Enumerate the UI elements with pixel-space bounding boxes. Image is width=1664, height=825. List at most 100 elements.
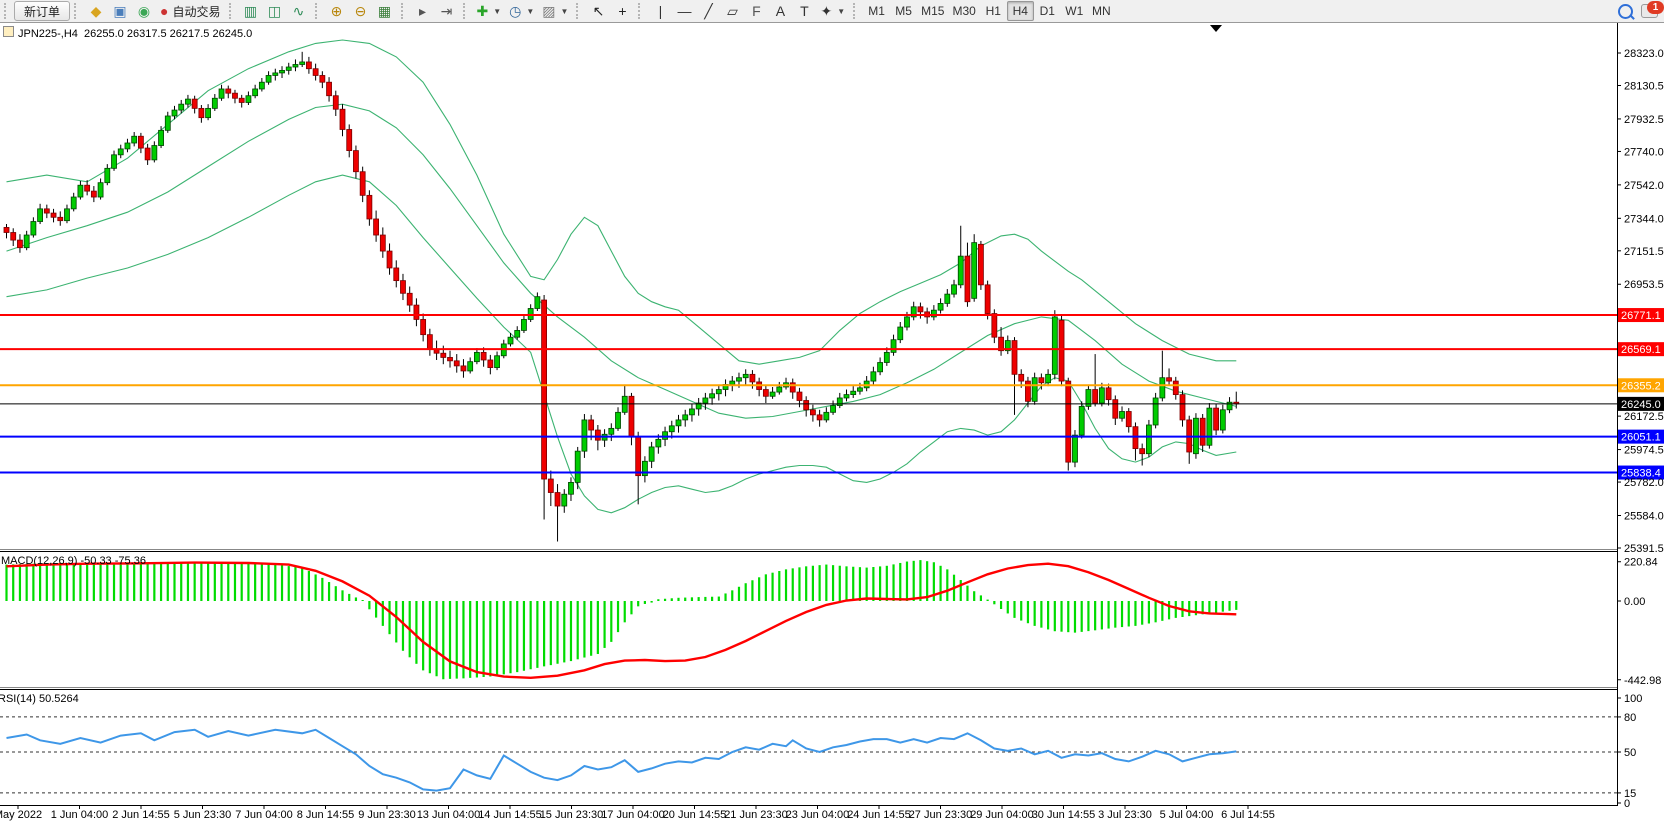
templates-icon[interactable]: ▨▼	[538, 1, 572, 21]
notifications-icon[interactable]: 1	[1641, 4, 1658, 18]
macd-label: MACD(12,26,9)	[1, 555, 77, 567]
svg-text:220.84: 220.84	[1624, 557, 1658, 569]
zoom-out-icon: ⊖	[355, 4, 367, 18]
svg-text:26245.0: 26245.0	[1621, 399, 1661, 411]
chevron-down-icon: ▼	[493, 7, 501, 16]
tile-windows-icon[interactable]: ▦	[373, 1, 397, 21]
fibonacci-icon[interactable]: F	[744, 1, 768, 21]
horizontal-line-icon: —	[677, 4, 691, 18]
arrows-icon: ✦	[820, 4, 832, 18]
terminal-icon[interactable]: ▣	[108, 1, 132, 21]
candlestick-icon[interactable]: ◫	[263, 1, 287, 21]
timeframe-m1[interactable]: M1	[863, 1, 890, 21]
crosshair-icon[interactable]: +	[610, 1, 634, 21]
pane-splitter-1[interactable]	[0, 548, 1617, 553]
svg-text:50: 50	[1624, 747, 1636, 759]
chevron-down-icon: ▼	[526, 7, 534, 16]
svg-text:100: 100	[1624, 693, 1642, 705]
bar-chart-icon[interactable]: ▥	[239, 1, 263, 21]
timeframe-h4[interactable]: H4	[1007, 1, 1034, 21]
main-chart-pane[interactable]	[0, 22, 1617, 550]
timeframe-m5[interactable]: M5	[890, 1, 917, 21]
horizontal-line-icon[interactable]: —	[672, 1, 696, 21]
svg-text:17 Jun 04:00: 17 Jun 04:00	[601, 809, 665, 821]
autotrade-button[interactable]: ●自动交易	[156, 1, 224, 21]
periods-icon: ◷	[509, 4, 521, 18]
svg-text:9 Jun 23:30: 9 Jun 23:30	[358, 809, 416, 821]
cursor-icon: ↖	[593, 4, 605, 18]
svg-text:25974.5: 25974.5	[1624, 445, 1664, 457]
vertical-line-icon[interactable]: |	[648, 1, 672, 21]
cursor-icon[interactable]: ↖	[586, 1, 610, 21]
line-chart-icon: ∿	[293, 4, 305, 18]
chart-shift-icon[interactable]: ⇥	[435, 1, 459, 21]
tile-windows-icon: ▦	[378, 4, 391, 18]
profile-icon[interactable]: ◆	[84, 1, 108, 21]
svg-text:6 Jul 14:55: 6 Jul 14:55	[1221, 809, 1275, 821]
svg-text:26172.5: 26172.5	[1624, 411, 1664, 423]
svg-text:26771.1: 26771.1	[1621, 310, 1661, 322]
equidistant-channel-icon: ▱	[727, 4, 738, 18]
svg-text:27542.0: 27542.0	[1624, 180, 1664, 192]
timeframe-d1[interactable]: D1	[1034, 1, 1061, 21]
zoom-out-icon[interactable]: ⊖	[349, 1, 373, 21]
timeframe-h1[interactable]: H1	[980, 1, 1007, 21]
timeframe-m15[interactable]: M15	[917, 1, 948, 21]
autoscroll-icon: ▸	[419, 4, 426, 18]
svg-text:21 Jun 23:30: 21 Jun 23:30	[724, 809, 788, 821]
new-order-button[interactable]: 新订单	[14, 1, 70, 21]
text-icon: A	[776, 4, 785, 18]
svg-text:-442.98: -442.98	[1624, 675, 1661, 687]
svg-text:3 Jul 23:30: 3 Jul 23:30	[1098, 809, 1152, 821]
svg-text:27344.0: 27344.0	[1624, 213, 1664, 225]
mt4-window: 新订单◆▣◉●自动交易▥◫∿⊕⊖▦▸⇥✚▼◷▼▨▼↖+|—╱▱FAT✦▼M1M5…	[0, 0, 1664, 825]
svg-text:25584.0: 25584.0	[1624, 510, 1664, 522]
svg-text:20 Jun 14:55: 20 Jun 14:55	[663, 809, 727, 821]
macd-signal-value: -75.36	[115, 555, 146, 567]
trendline-icon[interactable]: ╱	[696, 1, 720, 21]
periods-icon[interactable]: ◷▼	[505, 1, 538, 21]
rsi-label-line: RSI(14) 50.5264	[0, 693, 79, 705]
equidistant-channel-icon[interactable]: ▱	[720, 1, 744, 21]
timeframe-m30[interactable]: M30	[948, 1, 979, 21]
symbol-ohlc-line: JPN225-,H4 26255.0 26317.5 26217.5 26245…	[3, 26, 252, 40]
zoom-in-icon: ⊕	[331, 4, 343, 18]
svg-text:26569.1: 26569.1	[1621, 344, 1661, 356]
rsi-pane[interactable]	[0, 691, 1617, 805]
timeframe-mn[interactable]: MN	[1088, 1, 1115, 21]
svg-text:0: 0	[1624, 798, 1630, 810]
indicators-icon[interactable]: ✚▼	[473, 1, 506, 21]
svg-text:80: 80	[1624, 712, 1636, 724]
macd-main-value: -50.33	[80, 555, 111, 567]
vertical-line-icon: |	[659, 4, 663, 18]
svg-text:26355.2: 26355.2	[1621, 380, 1661, 392]
crosshair-icon: +	[618, 4, 626, 18]
autotrade-button-label: 自动交易	[172, 3, 220, 20]
svg-text:May 2022: May 2022	[0, 809, 42, 821]
text-icon[interactable]: A	[768, 1, 792, 21]
svg-text:28323.0: 28323.0	[1624, 48, 1664, 60]
svg-text:27740.0: 27740.0	[1624, 146, 1664, 158]
line-chart-icon[interactable]: ∿	[287, 1, 311, 21]
trendline-icon: ╱	[704, 4, 712, 18]
zoom-in-icon[interactable]: ⊕	[325, 1, 349, 21]
notification-badge: 1	[1647, 1, 1664, 14]
search-icon[interactable]	[1618, 4, 1633, 19]
svg-text:7 Jun 04:00: 7 Jun 04:00	[235, 809, 293, 821]
macd-pane[interactable]	[0, 552, 1617, 688]
svg-text:13 Jun 04:00: 13 Jun 04:00	[417, 809, 481, 821]
arrows-icon[interactable]: ✦▼	[816, 1, 849, 21]
fibonacci-icon: F	[752, 4, 761, 18]
pane-splitter-2[interactable]	[0, 687, 1617, 692]
autoscroll-icon[interactable]: ▸	[411, 1, 435, 21]
timeframe-w1[interactable]: W1	[1061, 1, 1088, 21]
svg-text:28130.5: 28130.5	[1624, 81, 1664, 93]
text-label-icon[interactable]: T	[792, 1, 816, 21]
signal-icon[interactable]: ◉	[132, 1, 156, 21]
templates-icon: ▨	[542, 4, 555, 18]
svg-text:26051.1: 26051.1	[1621, 432, 1661, 444]
rsi-label: RSI(14)	[0, 693, 36, 705]
svg-text:26953.5: 26953.5	[1624, 279, 1664, 291]
svg-text:0.00: 0.00	[1624, 596, 1645, 608]
svg-text:15 Jun 23:30: 15 Jun 23:30	[540, 809, 604, 821]
